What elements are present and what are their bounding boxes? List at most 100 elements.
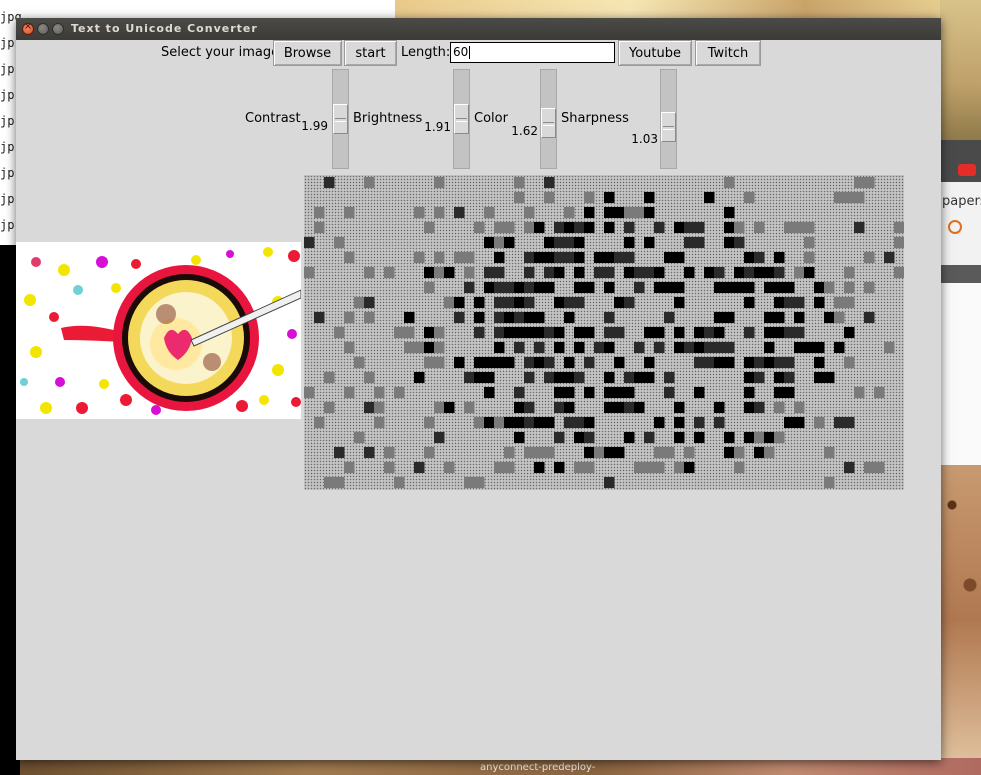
unicode-block (564, 237, 575, 248)
unicode-block (794, 342, 805, 353)
unicode-block (864, 462, 875, 473)
unicode-block (494, 462, 505, 473)
unicode-block (854, 192, 865, 203)
unicode-block (754, 252, 765, 263)
unicode-block (584, 387, 595, 398)
unicode-block (684, 447, 695, 458)
unicode-block (834, 417, 845, 428)
text-caret (469, 46, 471, 59)
maximize-window-button[interactable] (52, 23, 64, 35)
unicode-block (774, 327, 785, 338)
unicode-block (564, 357, 575, 368)
unicode-block (314, 312, 325, 323)
slider-handle[interactable] (454, 104, 469, 134)
unicode-block (774, 267, 785, 278)
unicode-block (724, 207, 735, 218)
close-window-button[interactable]: × (22, 21, 34, 35)
unicode-block (774, 357, 785, 368)
unicode-block (714, 417, 725, 428)
unicode-block (634, 462, 645, 473)
unicode-block (364, 297, 375, 308)
unicode-block (524, 312, 535, 323)
unicode-block (334, 447, 345, 458)
unicode-block (464, 282, 475, 293)
unicode-block (754, 222, 765, 233)
unicode-block (534, 222, 545, 233)
unicode-block (444, 402, 455, 413)
unicode-block (744, 402, 755, 413)
unicode-block (794, 312, 805, 323)
minimize-window-button[interactable] (37, 23, 49, 35)
unicode-block (774, 282, 785, 293)
unicode-block (694, 357, 705, 368)
slider-handle[interactable] (333, 104, 348, 134)
unicode-block (744, 432, 755, 443)
slider-handle[interactable] (541, 108, 556, 138)
unicode-block (614, 207, 625, 218)
unicode-block (494, 327, 505, 338)
unicode-block (474, 222, 485, 233)
unicode-block (444, 267, 455, 278)
youtube-button[interactable]: Youtube (618, 40, 692, 66)
twitch-button[interactable]: Twitch (695, 40, 761, 66)
unicode-block (574, 222, 585, 233)
browse-button[interactable]: Browse (273, 40, 342, 66)
file-list-item: jp (0, 192, 15, 206)
unicode-block (754, 447, 765, 458)
background-wallpaper (940, 465, 981, 775)
unicode-block (594, 342, 605, 353)
file-list-item: jp (0, 166, 15, 180)
unicode-block (354, 432, 365, 443)
unicode-block (794, 222, 805, 233)
unicode-block (734, 282, 745, 293)
unicode-block (584, 447, 595, 458)
unicode-block (784, 222, 795, 233)
unicode-block (554, 237, 565, 248)
unicode-block (604, 372, 615, 383)
unicode-block (344, 252, 355, 263)
unicode-block (514, 177, 525, 188)
unicode-block (434, 402, 445, 413)
unicode-block (524, 372, 535, 383)
unicode-block (614, 402, 625, 413)
unicode-block (764, 312, 775, 323)
unicode-block (324, 177, 335, 188)
unicode-block (554, 267, 565, 278)
unicode-block (844, 192, 855, 203)
length-input[interactable]: 60 (450, 42, 615, 63)
unicode-block (674, 222, 685, 233)
unicode-block (724, 222, 735, 233)
unicode-block (354, 357, 365, 368)
unicode-block (604, 402, 615, 413)
browser-tab-title: papers (942, 194, 981, 209)
unicode-block (664, 282, 675, 293)
unicode-block (774, 372, 785, 383)
unicode-block (544, 447, 555, 458)
unicode-block (704, 192, 715, 203)
unicode-block (504, 447, 515, 458)
unicode-block (674, 282, 685, 293)
window-titlebar[interactable]: × Text to Unicode Converter (16, 18, 941, 40)
unicode-block (614, 327, 625, 338)
unicode-block (714, 282, 725, 293)
unicode-block (864, 177, 875, 188)
unicode-block (744, 267, 755, 278)
unicode-block (654, 342, 665, 353)
unicode-block (724, 432, 735, 443)
unicode-block (774, 387, 785, 398)
unicode-block (434, 177, 445, 188)
unicode-block (734, 237, 745, 248)
unicode-block (834, 297, 845, 308)
start-button[interactable]: start (344, 40, 397, 66)
slider-handle[interactable] (661, 112, 676, 142)
unicode-block (494, 252, 505, 263)
unicode-block (534, 327, 545, 338)
unicode-block (334, 237, 345, 248)
unicode-block (774, 402, 785, 413)
unicode-block (454, 297, 465, 308)
unicode-block (694, 387, 705, 398)
unicode-block (384, 447, 395, 458)
unicode-block (844, 357, 855, 368)
unicode-block (714, 312, 725, 323)
unicode-block (544, 267, 555, 278)
